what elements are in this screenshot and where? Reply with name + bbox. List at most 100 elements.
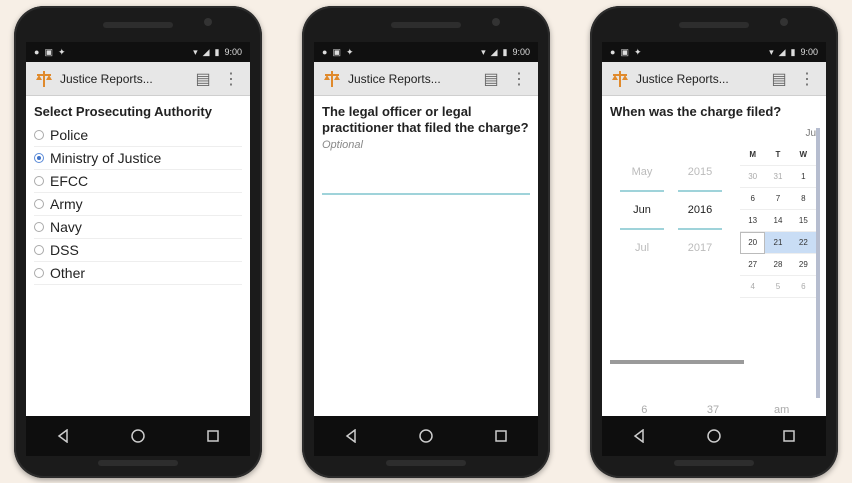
phone-3: ● ▣ ✦ ▾ ◢ ▮ 9:00 Justice Reports... ▤ ⋮ …	[590, 6, 838, 478]
radio-option-efcc[interactable]: EFCC	[34, 170, 242, 193]
save-icon[interactable]: ▤	[192, 68, 214, 90]
overflow-menu-icon[interactable]: ⋮	[508, 68, 530, 90]
date-picker: May Jun Jul 2015 2016 2017 Ju M T W 30 3…	[610, 127, 820, 448]
radio-option-navy[interactable]: Navy	[34, 216, 242, 239]
calendar-day[interactable]: 31	[765, 166, 791, 188]
calendar-day[interactable]: 8	[790, 188, 816, 210]
form-content: The legal officer or legal practitioner …	[314, 96, 538, 416]
app-toolbar: Justice Reports... ▤ ⋮	[602, 62, 826, 96]
app-toolbar: Justice Reports... ▤ ⋮	[314, 62, 538, 96]
calendar-month-label: Ju	[805, 127, 816, 139]
calendar-day[interactable]: 6	[790, 276, 816, 298]
radio-label: Army	[50, 195, 83, 212]
nav-bar	[602, 416, 826, 456]
back-icon[interactable]	[336, 421, 366, 451]
signal-icon: ◢	[202, 46, 210, 57]
wifi-icon: ▾	[193, 46, 198, 57]
battery-icon: ▮	[790, 46, 796, 57]
save-icon[interactable]: ▤	[480, 68, 502, 90]
radio-button[interactable]	[34, 221, 44, 232]
calendar-grid: M T W 30 31 1 6 7 8 13 14 15 20 21 22 27…	[740, 144, 816, 298]
radio-button-checked[interactable]	[34, 152, 44, 163]
overflow-menu-icon[interactable]: ⋮	[220, 68, 242, 90]
spinner-next-year[interactable]: 2017	[674, 230, 726, 266]
recents-icon[interactable]	[486, 421, 516, 451]
overflow-menu-icon[interactable]: ⋮	[796, 68, 818, 90]
phone-1: ● ▣ ✦ ▾ ◢ ▮ 9:00 Justice Reports... ▤ ⋮ …	[14, 6, 262, 478]
status-time: 9:00	[800, 47, 818, 57]
form-content: Select Prosecuting Authority Police Mini…	[26, 96, 250, 416]
spinner-prev-year[interactable]: 2015	[674, 154, 726, 190]
gallery-icon: ▣	[44, 46, 53, 57]
status-bar: ● ▣ ✦ ▾ ◢ ▮ 9:00	[314, 42, 538, 62]
radio-button[interactable]	[34, 198, 44, 209]
back-icon[interactable]	[624, 421, 654, 451]
calendar-day[interactable]: 29	[790, 254, 816, 276]
radio-label: Navy	[50, 218, 82, 235]
justice-logo-icon	[610, 69, 630, 89]
spinner-next-month[interactable]: Jul	[616, 230, 668, 266]
calendar-day[interactable]: 27	[740, 254, 766, 276]
radio-option-police[interactable]: Police	[34, 124, 242, 147]
calendar-day[interactable]: 4	[740, 276, 766, 298]
home-icon[interactable]	[123, 421, 153, 451]
gallery-icon: ▣	[332, 46, 341, 57]
battery-icon: ▮	[214, 46, 220, 57]
horizontal-scrollbar[interactable]	[610, 359, 744, 364]
calendar-weekday: W	[790, 144, 816, 166]
calendar-day[interactable]: 7	[765, 188, 791, 210]
radio-option-army[interactable]: Army	[34, 193, 242, 216]
spinner-current-year[interactable]: 2016	[674, 192, 726, 228]
speaker	[391, 22, 461, 28]
spinner-prev-month[interactable]: May	[616, 154, 668, 190]
battery-icon: ▮	[502, 46, 508, 57]
calendar-day[interactable]: 5	[765, 276, 791, 298]
calendar-day[interactable]: 13	[740, 210, 766, 232]
year-spinner[interactable]: 2015 2016 2017	[674, 154, 726, 266]
radio-button[interactable]	[34, 244, 44, 255]
nav-bar	[314, 416, 538, 456]
radio-button[interactable]	[34, 175, 44, 186]
recents-icon[interactable]	[198, 421, 228, 451]
app-title: Justice Reports...	[60, 71, 153, 86]
spinner-current-month[interactable]: Jun	[616, 192, 668, 228]
status-bar: ● ▣ ✦ ▾ ◢ ▮ 9:00	[26, 42, 250, 62]
month-spinner[interactable]: May Jun Jul	[616, 154, 668, 266]
notification-icon: ●	[322, 47, 328, 57]
calendar-weekday: T	[765, 144, 791, 166]
radio-label: EFCC	[50, 172, 89, 189]
radio-option-dss[interactable]: DSS	[34, 239, 242, 262]
calendar-day[interactable]: 15	[790, 210, 816, 232]
app-toolbar: Justice Reports... ▤ ⋮	[26, 62, 250, 96]
screen-2: ● ▣ ✦ ▾ ◢ ▮ 9:00 Justice Reports... ▤ ⋮ …	[314, 42, 538, 456]
back-icon[interactable]	[48, 421, 78, 451]
home-icon[interactable]	[411, 421, 441, 451]
save-icon[interactable]: ▤	[768, 68, 790, 90]
radio-label: DSS	[50, 241, 79, 258]
justice-logo-icon	[34, 69, 54, 89]
screen-1: ● ▣ ✦ ▾ ◢ ▮ 9:00 Justice Reports... ▤ ⋮ …	[26, 42, 250, 456]
calendar-day[interactable]: 14	[765, 210, 791, 232]
vertical-scrollbar[interactable]	[816, 127, 820, 398]
speaker	[103, 22, 173, 28]
calendar-day-selected[interactable]: 21	[765, 231, 791, 254]
app-title: Justice Reports...	[636, 71, 729, 86]
question-title: Select Prosecuting Authority	[34, 104, 212, 119]
question-title: The legal officer or legal practitioner …	[322, 104, 529, 135]
radio-group: Police Ministry of Justice EFCC Army Nav…	[34, 124, 242, 285]
officer-text-input[interactable]	[322, 173, 530, 196]
calendar-day-selected[interactable]: 22	[790, 231, 816, 254]
calendar-day[interactable]: 30	[740, 166, 766, 188]
calendar: Ju M T W 30 31 1 6 7 8 13 14 15 20 21 22…	[740, 128, 816, 298]
recents-icon[interactable]	[774, 421, 804, 451]
radio-button[interactable]	[34, 129, 44, 140]
radio-option-ministry-of-justice[interactable]: Ministry of Justice	[34, 147, 242, 170]
calendar-day[interactable]: 28	[765, 254, 791, 276]
calendar-day[interactable]: 1	[790, 166, 816, 188]
calendar-day[interactable]: 6	[740, 188, 766, 210]
calendar-day-today[interactable]: 20	[740, 231, 766, 254]
radio-button[interactable]	[34, 267, 44, 278]
signal-icon: ◢	[778, 46, 786, 57]
home-icon[interactable]	[699, 421, 729, 451]
radio-option-other[interactable]: Other	[34, 262, 242, 285]
